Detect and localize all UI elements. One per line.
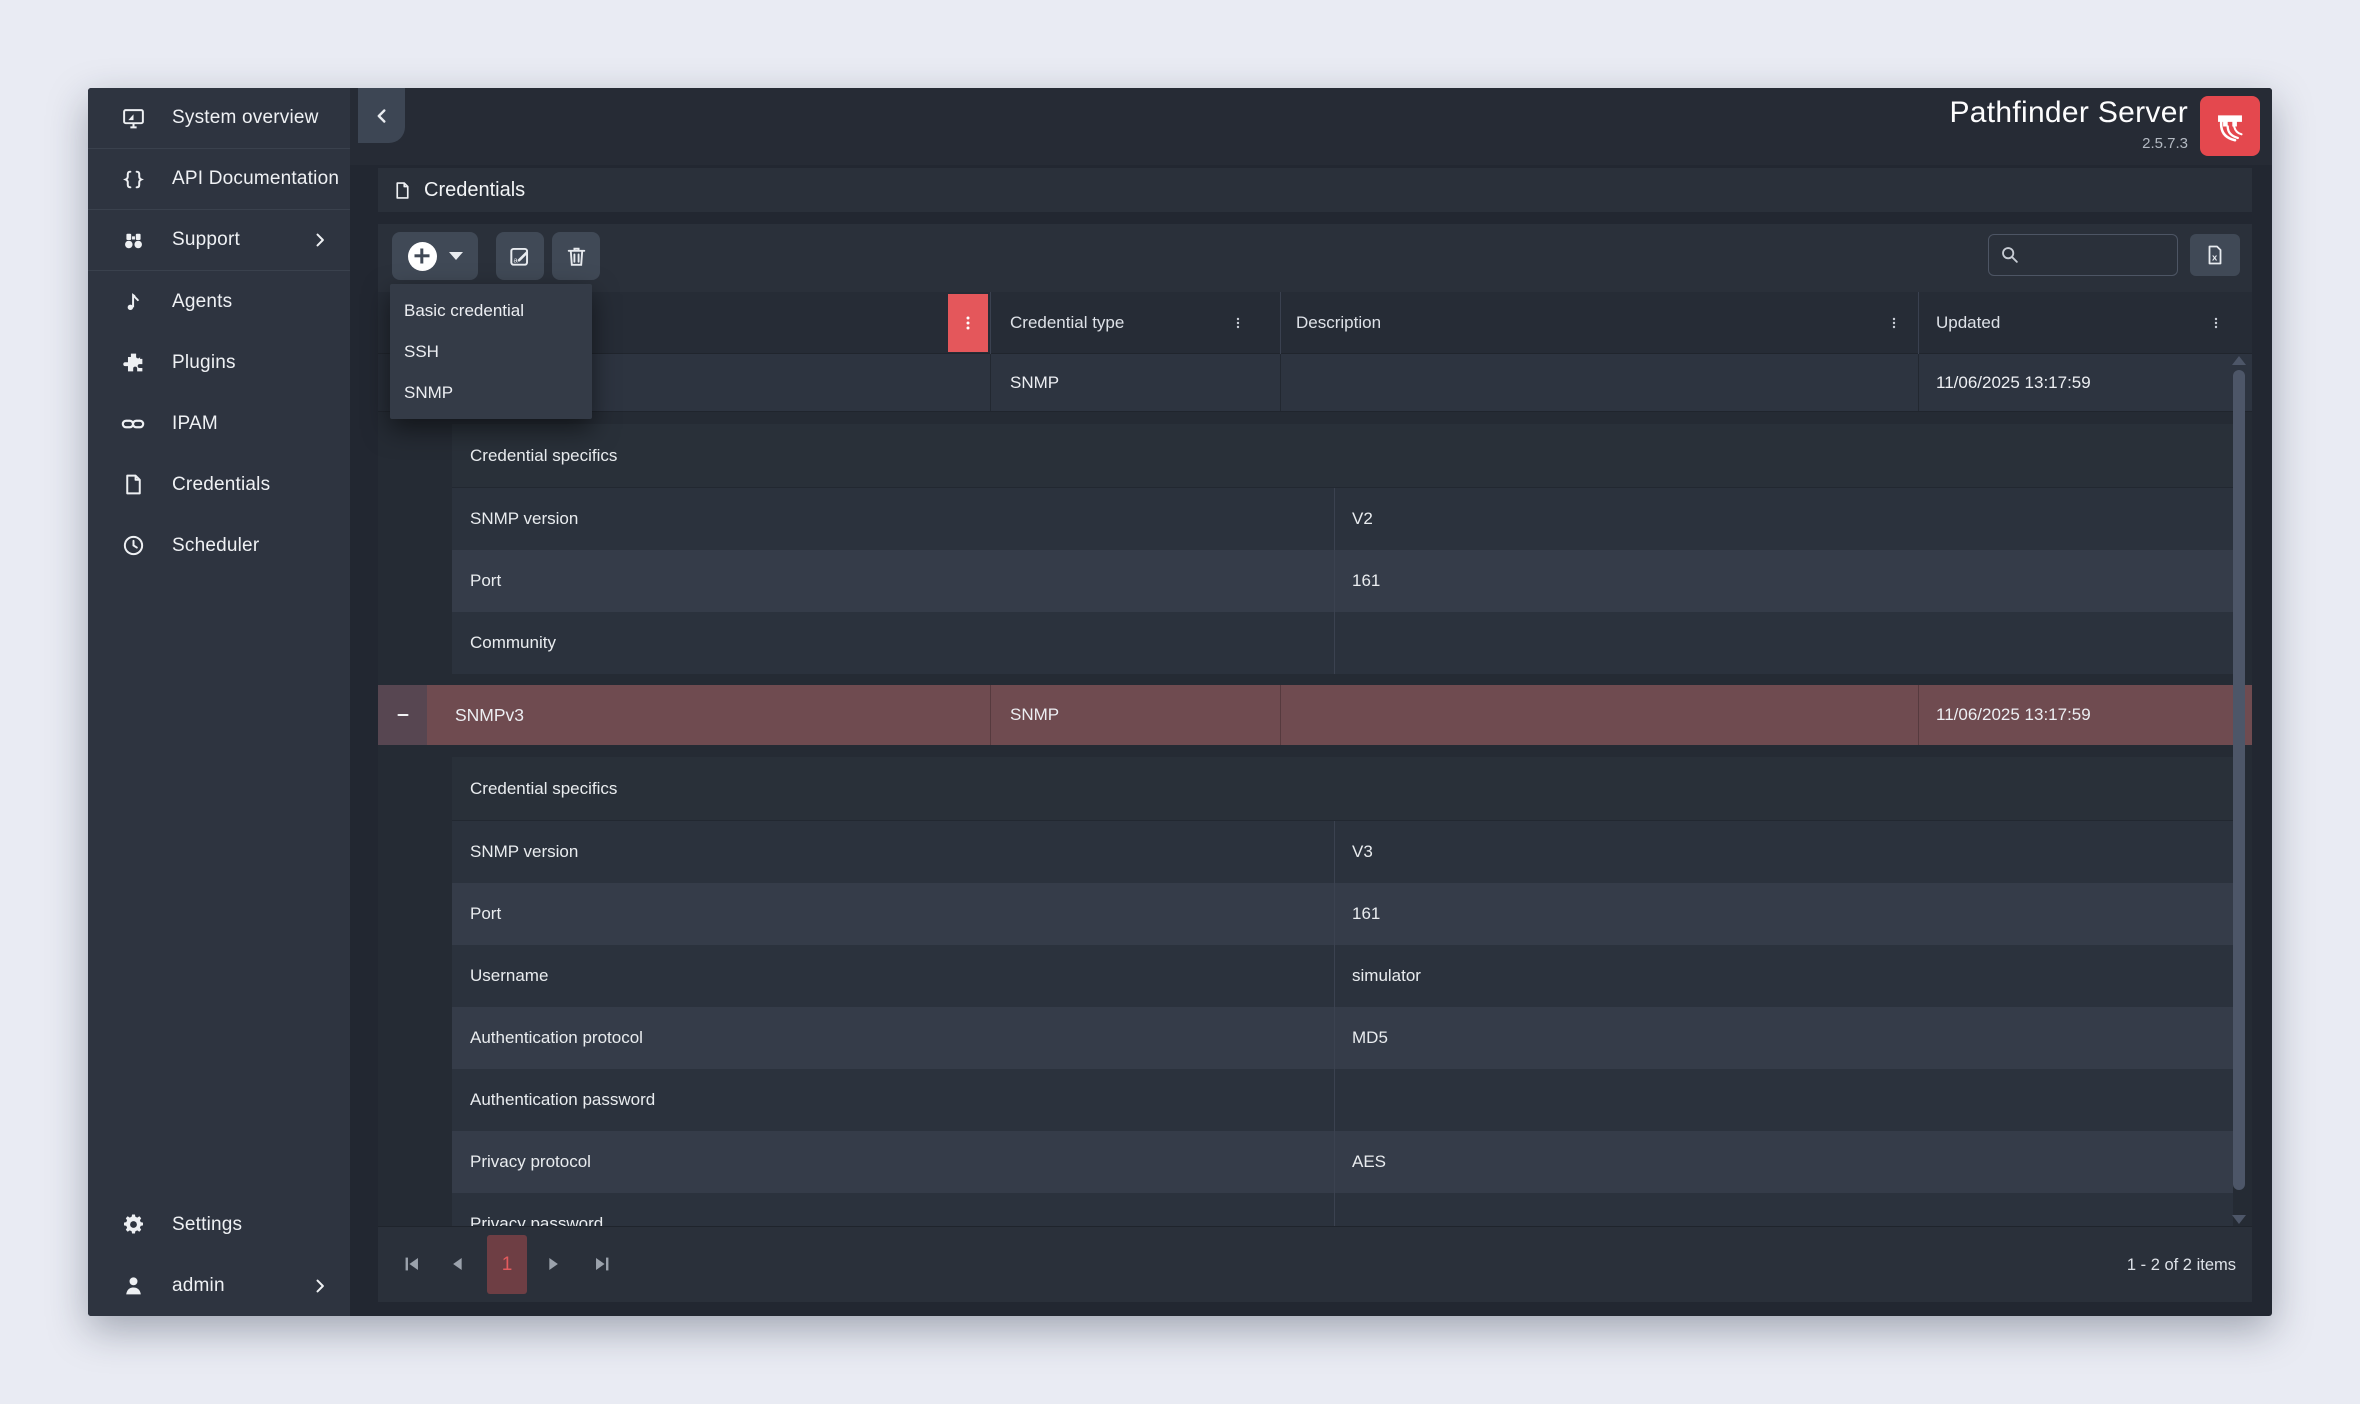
- specifics-row: SNMP version V2: [452, 488, 2233, 550]
- document-icon: [392, 179, 414, 201]
- specifics-row: Community: [452, 612, 2233, 674]
- app-title: Pathfinder Server: [1949, 96, 2188, 130]
- credential-specifics-panel: Credential specifics SNMP version V3 Por…: [452, 757, 2233, 1226]
- specifics-row: Username simulator: [452, 945, 2233, 1007]
- page-number-current[interactable]: 1: [487, 1235, 527, 1294]
- sidebar-item-scheduler[interactable]: Scheduler: [88, 515, 350, 576]
- table-row[interactable]: SNMP 11/06/2025 13:17:59: [378, 354, 2252, 412]
- rows-viewport: SNMP 11/06/2025 13:17:59 Credential spec…: [378, 354, 2252, 1226]
- clock-icon: [120, 533, 146, 559]
- puzzle-icon: [120, 350, 146, 376]
- document-icon: [120, 472, 146, 498]
- table-row-selected[interactable]: SNMPv3 SNMP 11/06/2025 13:17:59: [378, 685, 2252, 745]
- credentials-grid: a x Credential type: [378, 224, 2252, 1302]
- cell-credential-type: SNMP: [1010, 685, 1270, 745]
- edit-icon: a: [507, 243, 533, 269]
- grid-search: [1988, 234, 2178, 276]
- specifics-row: Privacy protocol AES: [452, 1131, 2233, 1193]
- previous-page-button[interactable]: [441, 1241, 475, 1287]
- cell-description: [1296, 685, 1856, 745]
- updated-column-menu[interactable]: [2208, 292, 2224, 354]
- specifics-row: Authentication protocol MD5: [452, 1007, 2233, 1069]
- pagination-bar: 1 1 - 2 of 2 items: [378, 1226, 2252, 1302]
- note-icon: [120, 289, 146, 315]
- menu-item-basic-credential[interactable]: Basic credential: [390, 290, 592, 331]
- cell-name: SNMPv3: [455, 685, 935, 745]
- sidebar-item-support[interactable]: Support: [88, 210, 350, 271]
- scroll-down-arrow[interactable]: [2232, 1215, 2246, 1224]
- chevron-right-icon: [310, 230, 330, 250]
- add-credential-button[interactable]: [392, 232, 478, 280]
- sidebar-item-settings[interactable]: Settings: [88, 1194, 350, 1255]
- sidebar-collapse-button[interactable]: [358, 88, 405, 143]
- monitor-icon: [120, 105, 146, 131]
- app-version: 2.5.7.3: [2142, 135, 2188, 152]
- table-header: Credential type Description Updated: [378, 292, 2252, 354]
- column-header-description[interactable]: Description: [1296, 292, 1856, 354]
- sidebar-item-system-overview[interactable]: System overview: [88, 88, 350, 149]
- page-title: Credentials: [424, 179, 525, 202]
- export-excel-button[interactable]: x: [2190, 234, 2240, 276]
- sidebar-item-api-documentation[interactable]: API Documentation: [88, 149, 350, 210]
- specifics-header: Credential specifics: [452, 424, 2233, 488]
- add-credential-dropdown: Basic credential SSH SNMP: [390, 284, 592, 419]
- menu-item-snmp[interactable]: SNMP: [390, 372, 592, 413]
- brand-logo: [2200, 96, 2260, 156]
- name-column-menu-button[interactable]: [948, 294, 988, 352]
- delete-credential-button[interactable]: [552, 232, 600, 280]
- search-icon: [1999, 244, 2021, 266]
- specifics-row: Privacy password: [452, 1193, 2233, 1226]
- svg-text:x: x: [2212, 253, 2218, 264]
- chevron-right-icon: [310, 1276, 330, 1296]
- cell-description: [1296, 354, 1856, 411]
- user-icon: [120, 1273, 146, 1299]
- vertical-scrollbar: [2230, 354, 2248, 1226]
- description-column-menu[interactable]: [1886, 292, 1902, 354]
- specifics-row: Port 161: [452, 883, 2233, 945]
- desktop-background: { "app": { "name": "Pathfinder Server", …: [0, 0, 2360, 1404]
- last-page-button[interactable]: [585, 1241, 619, 1287]
- pagination-summary: 1 - 2 of 2 items: [2127, 1227, 2236, 1303]
- plus-circle-icon: [408, 242, 437, 271]
- collapse-row-button[interactable]: [378, 685, 427, 745]
- first-page-button[interactable]: [395, 1241, 429, 1287]
- scroll-up-arrow[interactable]: [2232, 356, 2246, 365]
- specifics-header: Credential specifics: [452, 757, 2233, 821]
- cell-updated: 11/06/2025 13:17:59: [1936, 354, 2226, 411]
- export-excel-icon: x: [2203, 243, 2227, 267]
- top-bar: Pathfinder Server 2.5.7.3: [350, 88, 2272, 165]
- menu-item-ssh[interactable]: SSH: [390, 331, 592, 372]
- cell-credential-type: SNMP: [1010, 354, 1270, 411]
- next-page-button[interactable]: [536, 1241, 570, 1287]
- caret-down-icon: [449, 252, 463, 260]
- sidebar-item-ipam[interactable]: IPAM: [88, 393, 350, 454]
- credential-specifics-panel: Credential specifics SNMP version V2 Por…: [452, 424, 2233, 674]
- sidebar: System overview API Documentation Suppor…: [88, 88, 350, 1316]
- braces-icon: [120, 166, 146, 192]
- specifics-row: SNMP version V3: [452, 821, 2233, 883]
- sidebar-item-credentials[interactable]: Credentials: [88, 454, 350, 515]
- scrollbar-thumb[interactable]: [2233, 370, 2245, 1190]
- page-title-bar: Credentials: [378, 168, 2252, 212]
- link-icon: [120, 411, 146, 437]
- specifics-row: Authentication password: [452, 1069, 2233, 1131]
- chevron-left-icon: [371, 105, 393, 127]
- search-input[interactable]: [2029, 246, 2169, 264]
- sidebar-item-plugins[interactable]: Plugins: [88, 332, 350, 393]
- sidebar-item-admin[interactable]: admin: [88, 1255, 350, 1316]
- edit-credential-button[interactable]: a: [496, 232, 544, 280]
- cell-updated: 11/06/2025 13:17:59: [1936, 685, 2226, 745]
- trash-icon: [564, 244, 589, 269]
- app-window: System overview API Documentation Suppor…: [88, 88, 2272, 1316]
- credential-type-column-menu[interactable]: [1230, 292, 1246, 354]
- column-header-updated[interactable]: Updated: [1936, 292, 2176, 354]
- gear-icon: [120, 1212, 146, 1238]
- svg-text:a: a: [514, 256, 519, 265]
- specifics-row: Port 161: [452, 550, 2233, 612]
- column-header-credential-type[interactable]: Credential type: [1010, 292, 1220, 354]
- binoculars-icon: [120, 227, 146, 253]
- sidebar-item-agents[interactable]: Agents: [88, 271, 350, 332]
